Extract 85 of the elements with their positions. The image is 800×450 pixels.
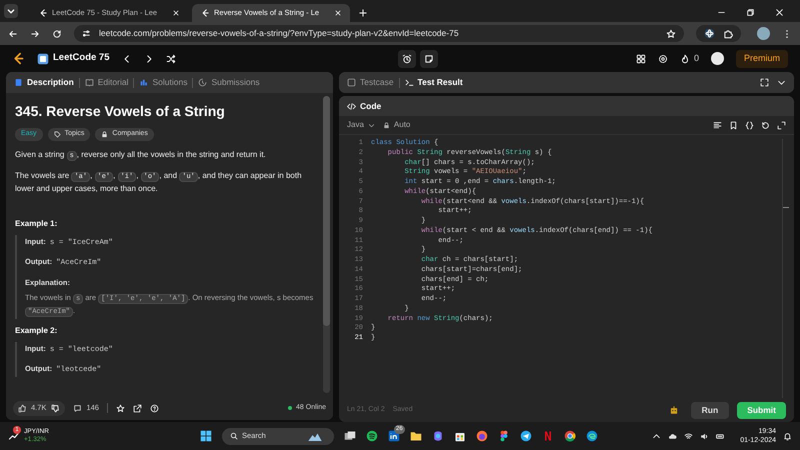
grid-icon[interactable] (636, 54, 646, 64)
wifi-icon[interactable] (684, 432, 694, 440)
thumbs-up-icon (18, 404, 27, 412)
fullscreen-icon[interactable] (777, 120, 786, 130)
folder-icon[interactable] (410, 430, 422, 442)
search-icon (230, 432, 238, 440)
history-icon (198, 78, 208, 87)
bookmark-star-icon[interactable] (666, 28, 676, 38)
language-dropdown[interactable]: Java (347, 119, 375, 131)
url-text: leetcode.com/problems/reverse-vowels-of-a-string/?envType=study-plan-v2&envId=leetcode-75 (99, 27, 460, 40)
back-icon[interactable] (8, 28, 18, 38)
chevron-up-icon[interactable] (652, 432, 662, 440)
thumbs-down-icon[interactable] (51, 404, 60, 412)
alarm-clock-icon (402, 54, 412, 64)
scroll-marker (783, 207, 789, 208)
panel-tab[interactable]: Solutions (139, 76, 188, 89)
flame-icon (680, 54, 690, 64)
reset-icon[interactable] (761, 120, 770, 130)
circle-logo-icon[interactable] (366, 430, 378, 442)
scrollbar-thumb[interactable] (323, 96, 330, 326)
tag-icon (54, 131, 61, 138)
chevron-down-icon (368, 122, 375, 128)
panel-tab[interactable]: Description (14, 76, 74, 89)
auto-mode-button[interactable]: Auto (382, 119, 410, 131)
alarm-clock-button[interactable] (398, 50, 416, 68)
example-heading: Example 1: (15, 218, 58, 230)
new-tab-icon[interactable] (358, 8, 368, 18)
store-bag-icon[interactable] (454, 430, 466, 442)
streak-count: 0 (694, 52, 699, 65)
speech-bubble-icon (73, 404, 82, 412)
robot-icon[interactable] (668, 405, 679, 415)
note-button[interactable] (420, 50, 438, 68)
document-icon (14, 78, 23, 87)
console-tab[interactable]: Testcase (347, 76, 394, 89)
settings-icon[interactable] (658, 54, 668, 64)
study-plan-title[interactable]: LeetCode 75 (53, 51, 110, 66)
braces-icon[interactable] (745, 120, 754, 130)
terminal-icon (404, 78, 414, 87)
help-icon[interactable] (150, 404, 159, 412)
book-icon (84, 78, 94, 87)
problem-title: 345. Reverse Vowels of a String (15, 102, 226, 121)
expand-icon[interactable] (760, 78, 769, 87)
restore-icon[interactable] (746, 8, 755, 17)
site-settings-icon (82, 29, 91, 38)
battery-icon[interactable] (716, 432, 726, 440)
speaker-icon[interactable] (700, 432, 710, 440)
share-icon[interactable] (132, 404, 142, 412)
address-bar[interactable]: leetcode.com/problems/reverse-vowels-of-a-string/?envType=study-plan-v2&envId=leetcode-75 (74, 25, 684, 42)
task-view-icon[interactable] (344, 430, 356, 442)
code-title: Code (360, 100, 382, 112)
run-button[interactable]: Run (690, 402, 730, 418)
profile-avatar[interactable] (757, 27, 770, 40)
close-icon[interactable] (172, 9, 180, 17)
lock-icon (382, 122, 390, 128)
scrollbar[interactable] (323, 96, 330, 393)
example-heading: Example 2: (15, 324, 58, 337)
note-icon (424, 54, 434, 64)
forward-icon[interactable] (30, 28, 40, 38)
chevron-down-icon[interactable] (777, 78, 786, 87)
study-plan-icon (37, 52, 49, 64)
code-brackets-icon (347, 102, 356, 110)
editor-scrollbar[interactable] (782, 139, 788, 398)
user-avatar[interactable] (710, 52, 724, 65)
dropdown-icon (4, 4, 18, 18)
paper-plane-icon[interactable] (520, 430, 532, 442)
chevron-left-icon[interactable] (122, 54, 132, 64)
checkbox-icon (347, 78, 356, 87)
premium-button[interactable]: Premium (736, 50, 788, 68)
bookmark-icon[interactable] (729, 120, 738, 130)
panel-tab[interactable]: Submissions (198, 76, 260, 89)
puzzle-piece-icon[interactable] (723, 28, 733, 38)
n-logo-icon[interactable] (542, 430, 554, 442)
star-icon[interactable] (116, 404, 125, 412)
notification-bell-icon[interactable] (783, 432, 792, 440)
atom-extension-icon[interactable] (704, 28, 715, 39)
lock-icon (101, 131, 108, 138)
windows-start-icon[interactable] (200, 430, 212, 442)
format-lines-icon[interactable] (713, 120, 722, 130)
close-icon[interactable] (334, 9, 342, 17)
console-tab[interactable]: Test Result (404, 76, 463, 89)
reload-icon[interactable] (52, 28, 62, 38)
panel-tab[interactable]: Editorial (84, 76, 128, 89)
cloud-icon[interactable] (668, 432, 678, 440)
shuffle-icon[interactable] (166, 54, 176, 64)
close-icon[interactable] (775, 8, 784, 17)
